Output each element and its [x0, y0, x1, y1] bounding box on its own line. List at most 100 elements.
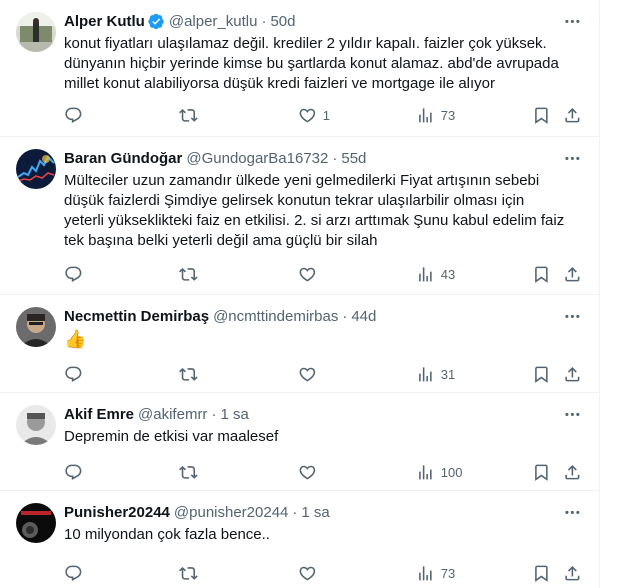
- tweet-text: 10 milyondan çok fazla bence..: [64, 525, 584, 545]
- reply-button[interactable]: [64, 460, 83, 484]
- display-name[interactable]: Alper Kutlu: [64, 13, 145, 30]
- tweet-text: konut fiyatları ulaşılamaz değil. kredil…: [64, 34, 584, 94]
- views-button[interactable]: 73: [416, 561, 455, 585]
- retweet-button[interactable]: [179, 362, 198, 386]
- bookmark-button[interactable]: [532, 262, 551, 286]
- reply-button[interactable]: [64, 561, 83, 585]
- avatar[interactable]: [16, 405, 56, 445]
- tweet-header: Akif Emre @akifemrr · 1 sa: [64, 404, 249, 424]
- separator-dot: ·: [342, 307, 348, 325]
- display-name[interactable]: Punisher20244: [64, 504, 170, 521]
- views-icon: [419, 107, 432, 123]
- views-button[interactable]: 73: [416, 103, 455, 127]
- share-button[interactable]: [563, 460, 582, 484]
- like-count: 1: [322, 107, 330, 123]
- username[interactable]: @GundogarBa16732: [186, 150, 328, 167]
- tweet-text-line: tek başına belki yeterli değil ama güçlü…: [64, 232, 378, 249]
- like-button[interactable]: [298, 362, 317, 386]
- like-button[interactable]: [298, 262, 317, 286]
- tweet-text: 👍: [64, 329, 584, 349]
- action-bar: 1 73: [58, 103, 588, 127]
- reply-icon: [65, 366, 82, 382]
- reply-icon: [65, 107, 82, 123]
- retweet-button[interactable]: [179, 460, 198, 484]
- heart-icon: [299, 465, 316, 480]
- retweet-button[interactable]: [179, 262, 198, 286]
- username[interactable]: @punisher20244: [174, 504, 288, 521]
- share-button[interactable]: [563, 561, 582, 585]
- avatar[interactable]: [16, 503, 56, 543]
- share-icon: [565, 464, 580, 480]
- display-name[interactable]: Necmettin Demirbaş: [64, 308, 209, 325]
- more-icon[interactable]: [560, 146, 584, 170]
- action-bar: 100: [58, 460, 588, 484]
- more-icon[interactable]: [560, 9, 584, 33]
- retweet-icon: [179, 566, 198, 580]
- more-icon[interactable]: [560, 304, 584, 328]
- views-button[interactable]: 43: [416, 262, 455, 286]
- bookmark-button[interactable]: [532, 103, 551, 127]
- share-icon: [565, 366, 580, 382]
- tweet[interactable]: Alper Kutlu @alper_kutlu · 50d konut fiy…: [0, 0, 600, 137]
- thumbs-up-emoji: 👍: [64, 329, 87, 349]
- retweet-button[interactable]: [179, 561, 198, 585]
- bookmark-button[interactable]: [532, 460, 551, 484]
- bookmark-button[interactable]: [532, 362, 551, 386]
- avatar[interactable]: [16, 307, 56, 347]
- view-count: 73: [440, 107, 456, 123]
- tweet[interactable]: Baran Gündoğar @GundogarBa16732 · 55d Mü…: [0, 137, 600, 295]
- share-button[interactable]: [563, 362, 582, 386]
- reply-icon: [65, 266, 82, 282]
- display-name[interactable]: Baran Gündoğar: [64, 150, 182, 167]
- more-icon[interactable]: [560, 500, 584, 524]
- username[interactable]: @alper_kutlu: [169, 13, 258, 30]
- reply-button[interactable]: [64, 103, 83, 127]
- like-button[interactable]: [298, 460, 317, 484]
- share-button[interactable]: [563, 262, 582, 286]
- tweet[interactable]: Punisher20244 @punisher20244 · 1 sa 10 m…: [0, 491, 600, 588]
- username[interactable]: @akifemrr: [138, 406, 207, 423]
- tweet-text-line: Depremin de etkisi var maalesef: [64, 428, 279, 445]
- tweet[interactable]: Akif Emre @akifemrr · 1 sa Depremin de e…: [0, 393, 600, 491]
- retweet-button[interactable]: [179, 103, 198, 127]
- tweet-text-line: dünyanın hiçbir yerinde kimse bu şartlar…: [64, 55, 559, 72]
- views-button[interactable]: 31: [416, 362, 455, 386]
- like-button[interactable]: [298, 561, 317, 585]
- action-bar: 43: [58, 262, 588, 286]
- bookmark-button[interactable]: [532, 561, 551, 585]
- separator-dot: ·: [211, 405, 217, 423]
- avatar[interactable]: [16, 12, 56, 52]
- reply-icon: [65, 565, 82, 581]
- timestamp[interactable]: 1 sa: [220, 406, 248, 423]
- retweet-icon: [179, 108, 198, 122]
- timestamp[interactable]: 1 sa: [301, 504, 329, 521]
- display-name[interactable]: Akif Emre: [64, 406, 134, 423]
- avatar[interactable]: [16, 149, 56, 189]
- share-icon: [565, 107, 580, 123]
- views-icon: [419, 464, 432, 480]
- share-button[interactable]: [563, 103, 582, 127]
- heart-icon: [299, 367, 316, 382]
- timestamp[interactable]: 50d: [270, 13, 295, 30]
- more-icon[interactable]: [560, 402, 584, 426]
- tweet-header: Alper Kutlu @alper_kutlu · 50d: [64, 11, 295, 31]
- view-count: 43: [440, 266, 456, 282]
- timestamp[interactable]: 55d: [341, 150, 366, 167]
- username[interactable]: @ncmttindemirbas: [213, 308, 338, 325]
- reply-button[interactable]: [64, 362, 83, 386]
- tweet-header: Necmettin Demirbaş @ncmttindemirbas · 44…: [64, 306, 376, 326]
- bookmark-icon: [535, 366, 548, 383]
- tweet-text: Depremin de etkisi var maalesef: [64, 427, 584, 447]
- tweet-text-line: millet konut alabiliyorsa düşük kredi fa…: [64, 75, 496, 92]
- bookmark-icon: [535, 107, 548, 124]
- tweet[interactable]: Necmettin Demirbaş @ncmttindemirbas · 44…: [0, 295, 600, 393]
- timestamp[interactable]: 44d: [351, 308, 376, 325]
- action-bar: 31: [58, 362, 588, 386]
- share-icon: [565, 565, 580, 581]
- retweet-icon: [179, 267, 198, 281]
- reply-button[interactable]: [64, 262, 83, 286]
- views-button[interactable]: 100: [416, 460, 462, 484]
- tweet-text-line: 10 milyondan çok fazla bence..: [64, 526, 270, 543]
- views-icon: [419, 565, 432, 581]
- like-button[interactable]: 1: [298, 103, 330, 127]
